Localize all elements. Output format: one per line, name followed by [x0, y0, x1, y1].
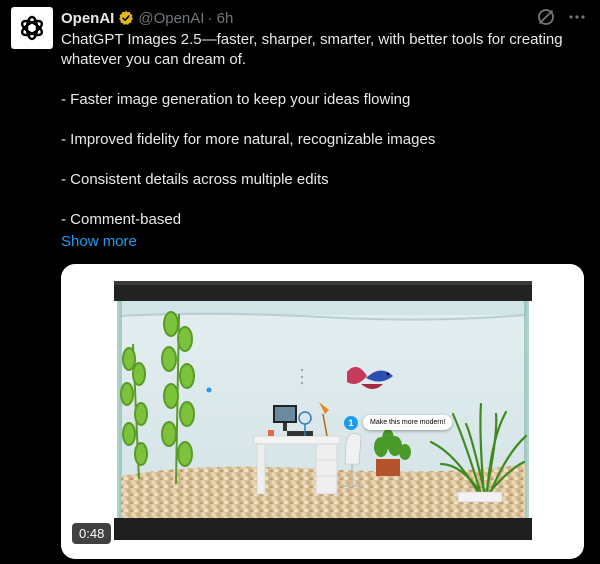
- tweet-line: ChatGPT Images 2.5—faster, sharper, smar…: [61, 31, 563, 68]
- tweet-header: OpenAI @OpenAI · 6h: [61, 8, 233, 28]
- tweet-line: - Consistent details across multiple edi…: [61, 171, 329, 188]
- grok-icon[interactable]: [536, 7, 556, 32]
- avatar[interactable]: [11, 7, 53, 49]
- tweet-text: ChatGPT Images 2.5—faster, sharper, smar…: [61, 30, 589, 230]
- tweet-line: - Improved fidelity for more natural, re…: [61, 131, 436, 148]
- tweet-line: - Faster image generation to keep your i…: [61, 91, 411, 108]
- verified-badge-icon[interactable]: [118, 10, 134, 26]
- video-player[interactable]: 1 Make this more modern! 0:48: [61, 264, 584, 559]
- aquarium-image: [114, 281, 532, 540]
- callout-text: Make this more modern!: [363, 415, 453, 430]
- video-duration: 0:48: [72, 523, 112, 544]
- post-time[interactable]: · 6h: [207, 10, 233, 27]
- header-actions: [536, 7, 586, 32]
- callout-number: 1: [344, 415, 358, 430]
- author-handle[interactable]: @OpenAI: [138, 10, 204, 27]
- tweet-line: - Comment-based: [61, 211, 182, 228]
- show-more-link[interactable]: Show more: [61, 232, 137, 252]
- more-icon[interactable]: [568, 8, 586, 31]
- edit-comment-callout[interactable]: 1 Make this more modern!: [344, 415, 453, 430]
- author-name[interactable]: OpenAI: [61, 10, 114, 27]
- openai-logo-icon: [20, 15, 44, 41]
